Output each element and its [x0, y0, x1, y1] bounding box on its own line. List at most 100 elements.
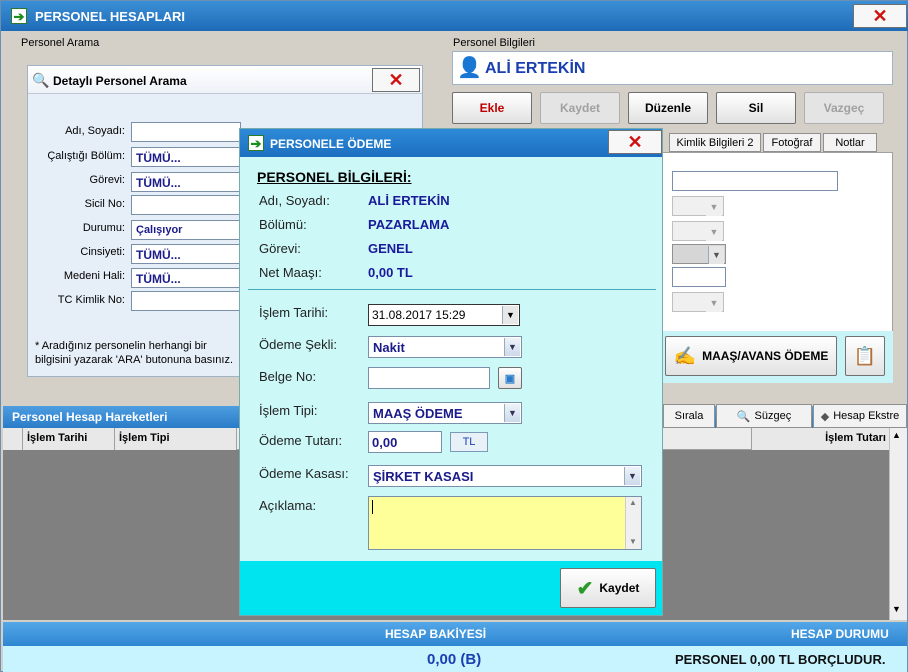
info-bolum-label: Bölümü:	[259, 217, 307, 232]
durum-label: HESAP DURUMU	[791, 627, 889, 641]
tab-notlar[interactable]: Notlar	[823, 133, 877, 152]
sicil-label: Sicil No:	[84, 198, 125, 210]
ekle-button[interactable]: Ekle	[452, 92, 532, 124]
sil-button[interactable]: Sil	[716, 92, 796, 124]
search-panel-header: 🔍 Detaylı Personel Arama ✕	[28, 66, 422, 94]
col-islem-tutari[interactable]: İşlem Tutarı	[751, 428, 891, 450]
close-search-button[interactable]: ✕	[372, 68, 420, 92]
tc-label: TC Kimlik No:	[57, 294, 125, 306]
scroll-up-icon[interactable]: ▲	[892, 430, 901, 440]
maas-avans-label: MAAŞ/AVANS ÖDEME	[702, 349, 829, 363]
tip-select[interactable]: MAAŞ ÖDEME ▼	[368, 402, 522, 424]
cinsiyet-label: Cinsiyeti:	[80, 246, 125, 258]
info-bolum-value: PAZARLAMA	[368, 217, 450, 232]
tarih-picker[interactable]: 31.08.2017 15:29 ▼	[368, 304, 520, 326]
suzgec-button[interactable]: 🔍 Süzgeç	[716, 404, 812, 428]
medeni-select[interactable]: TÜMÜ...	[131, 268, 241, 288]
tip-value: MAAŞ ÖDEME	[373, 406, 463, 421]
tab-fotograf[interactable]: Fotoğraf	[763, 133, 821, 152]
sicil-input[interactable]	[131, 195, 241, 215]
tab-field-3[interactable]: ▼	[672, 221, 724, 241]
search-hint: * Aradığınız personelin herhangi bir bil…	[35, 340, 234, 366]
tab-field-6[interactable]: ▼	[672, 292, 724, 312]
vazgec-button[interactable]: Vazgeç	[804, 92, 884, 124]
chevron-down-icon: ▼	[706, 294, 722, 312]
gorev-label: Görevi:	[89, 174, 125, 186]
section-title: PERSONEL BİLGİLERİ:	[257, 169, 412, 185]
kasa-select[interactable]: ŞİRKET KASASI ▼	[368, 465, 642, 487]
arrow-right-icon: ➔	[248, 135, 264, 151]
payment-dialog: ➔ PERSONELE ÖDEME ✕ PERSONEL BİLGİLERİ: …	[239, 128, 663, 616]
bolum-select[interactable]: TÜMÜ...	[131, 147, 241, 167]
close-window-button[interactable]: ✕	[853, 4, 907, 28]
chevron-down-icon[interactable]: ▼	[504, 338, 520, 356]
tab-field-4[interactable]: ▼	[672, 244, 726, 264]
belge-browse-button[interactable]: ▣	[498, 367, 522, 389]
info-maas-label: Net Maaşı:	[259, 265, 322, 280]
sekil-label: Ödeme Şekli:	[259, 337, 338, 352]
grid-scrollbar[interactable]: ▲ ▼	[889, 428, 907, 620]
personel-group-label: Personel Bilgileri	[453, 37, 535, 49]
tc-input[interactable]	[131, 291, 241, 311]
cinsiyet-select[interactable]: TÜMÜ...	[131, 244, 241, 264]
chevron-down-icon: ▼	[706, 198, 722, 216]
chevron-down-icon[interactable]: ▼	[504, 404, 520, 422]
user-avatar-icon: 👤	[457, 57, 482, 79]
scroll-down-icon[interactable]: ▼	[629, 537, 637, 546]
info-ad-value: ALİ ERTEKİN	[368, 193, 450, 208]
durum-label: Durumu:	[82, 222, 125, 234]
personel-name-box: 👤 ALİ ERTEKİN	[452, 51, 893, 85]
ekstre-button[interactable]: ◆ Hesap Ekstre	[813, 404, 907, 428]
footer-value-bar: 0,00 (B) PERSONEL 0,00 TL BORÇLUDUR.	[3, 646, 907, 672]
arrow-right-icon: ➔	[11, 8, 27, 24]
medeni-label: Medeni Hali:	[63, 270, 125, 282]
pen-icon: ✍	[673, 345, 697, 366]
documents-button[interactable]: 📋	[845, 336, 885, 376]
grid-indicator	[3, 428, 23, 450]
scroll-up-icon[interactable]: ▲	[629, 498, 637, 507]
search-panel-title: Detaylı Personel Arama	[53, 74, 187, 88]
adsoyad-input[interactable]	[131, 122, 241, 142]
bakiye-value: 0,00 (B)	[427, 651, 482, 668]
close-icon: ✕	[872, 6, 888, 26]
eraser-icon: ◆	[820, 410, 830, 423]
col-islem-tarihi[interactable]: İşlem Tarihi	[23, 428, 115, 450]
sirala-label: Sırala	[674, 410, 704, 422]
tab-field-5[interactable]	[672, 267, 726, 287]
tab-field-2[interactable]: ▼	[672, 196, 724, 216]
tutar-input[interactable]: 0,00	[368, 431, 442, 453]
sekil-select[interactable]: Nakit ▼	[368, 336, 522, 358]
close-dialog-button[interactable]: ✕	[608, 130, 662, 154]
info-maas-value: 0,00 TL	[368, 265, 413, 280]
chevron-down-icon[interactable]: ▼	[624, 467, 640, 485]
scroll-down-icon[interactable]: ▼	[892, 604, 901, 614]
magnifier-icon: 🔍	[32, 72, 50, 88]
durum-value: PERSONEL 0,00 TL BORÇLUDUR.	[675, 652, 886, 667]
maas-avans-button[interactable]: ✍ MAAŞ/AVANS ÖDEME	[665, 336, 837, 376]
chevron-down-icon[interactable]: ▼	[502, 306, 518, 324]
tarih-label: İşlem Tarihi:	[259, 305, 329, 320]
text-cursor	[372, 500, 373, 514]
dialog-save-label: Kaydet	[599, 581, 640, 595]
gorev-select[interactable]: TÜMÜ...	[131, 172, 241, 192]
duzenle-button[interactable]: Düzenle	[628, 92, 708, 124]
aciklama-scrollbar[interactable]: ▲ ▼	[625, 497, 641, 549]
documents-icon: 📋	[853, 345, 877, 366]
kaydet-button[interactable]: Kaydet	[540, 92, 620, 124]
close-icon: ✕	[388, 70, 404, 90]
currency-button[interactable]: TL	[450, 432, 488, 452]
kasa-value: ŞİRKET KASASI	[373, 469, 474, 484]
col-islem-tipi[interactable]: İşlem Tipi	[115, 428, 237, 450]
window-title: PERSONEL HESAPLARI	[35, 9, 186, 24]
bolum-label: Çalıştığı Bölüm:	[47, 150, 125, 162]
kasa-label: Ödeme Kasası:	[259, 466, 349, 481]
belge-input[interactable]	[368, 367, 490, 389]
dialog-divider	[248, 289, 656, 290]
dialog-save-button[interactable]: ✔ Kaydet	[560, 568, 656, 608]
tab-kimlik-2[interactable]: Kimlik Bilgileri 2	[669, 133, 761, 152]
aciklama-textarea[interactable]: ▲ ▼	[368, 496, 642, 550]
footer-label-bar: HESAP BAKİYESİ HESAP DURUMU	[3, 622, 907, 646]
durum-select[interactable]: Çalışıyor	[131, 220, 241, 240]
sirala-button[interactable]: Sırala	[663, 404, 715, 428]
tab-field-1[interactable]	[672, 171, 838, 191]
